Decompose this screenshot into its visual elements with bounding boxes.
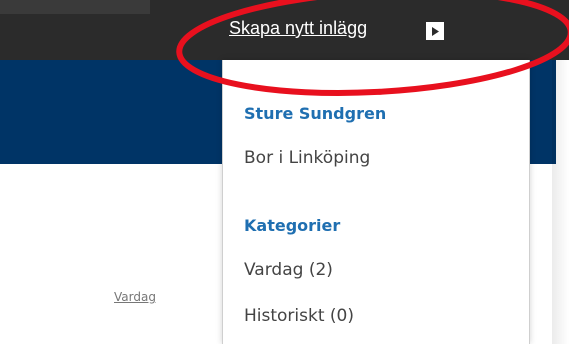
topbar-edge	[0, 0, 150, 14]
profile-dropdown-panel: Sture Sundgren Bor i Linköping Kategorie…	[222, 60, 530, 344]
category-item-historiskt[interactable]: Historiskt (0)	[244, 306, 354, 326]
category-link-vardag[interactable]: Vardag	[114, 290, 156, 304]
profile-location: Bor i Linköping	[244, 148, 371, 168]
page-shadow	[552, 60, 569, 344]
profile-name[interactable]: Sture Sundgren	[244, 104, 386, 123]
play-arrow-icon[interactable]	[426, 22, 444, 40]
create-new-post-link[interactable]: Skapa nytt inlägg	[229, 18, 367, 39]
top-navigation-bar: Skapa nytt inlägg	[0, 0, 569, 60]
category-item-vardag[interactable]: Vardag (2)	[244, 260, 333, 280]
categories-heading: Kategorier	[244, 216, 341, 235]
